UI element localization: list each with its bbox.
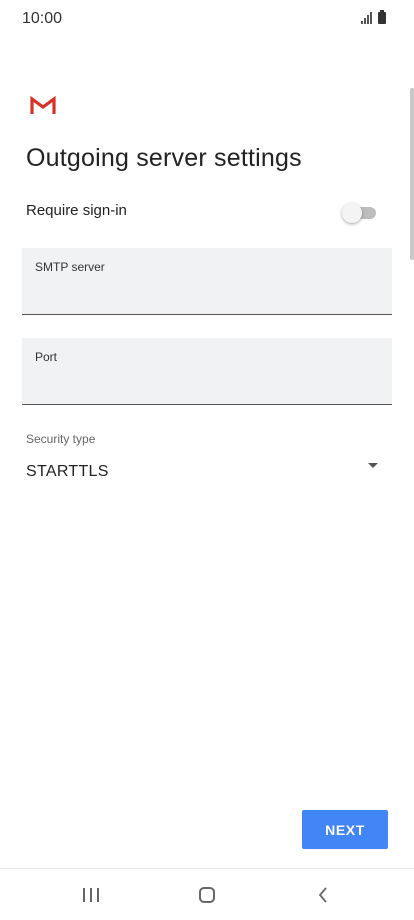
require-sign-in-label: Require sign-in	[26, 202, 127, 219]
home-button[interactable]	[167, 869, 247, 920]
security-type-label: Security type	[26, 432, 96, 446]
status-bar: 10:00	[0, 0, 414, 40]
gmail-logo-icon	[30, 96, 56, 114]
port-field[interactable]: Port	[22, 338, 392, 405]
smtp-server-field[interactable]: SMTP server	[22, 248, 392, 315]
security-type-dropdown[interactable]: STARTTLS	[26, 455, 382, 489]
navigation-bar	[0, 868, 414, 920]
status-icons	[361, 10, 386, 24]
dropdown-arrow-icon	[368, 463, 378, 468]
home-icon	[199, 887, 215, 903]
signal-icon	[361, 12, 372, 24]
port-input[interactable]	[35, 370, 375, 394]
port-label: Port	[35, 350, 58, 364]
battery-icon	[378, 10, 386, 24]
scrollbar[interactable]	[410, 88, 414, 260]
require-sign-in-toggle[interactable]	[342, 202, 378, 223]
security-type-value: STARTTLS	[26, 463, 109, 480]
back-button[interactable]	[283, 869, 363, 920]
toggle-thumb	[342, 203, 362, 223]
next-button[interactable]: NEXT	[302, 810, 388, 849]
smtp-server-label: SMTP server	[35, 260, 105, 274]
page-title: Outgoing server settings	[26, 144, 302, 172]
require-sign-in-row[interactable]: Require sign-in	[26, 198, 382, 226]
back-icon	[318, 887, 327, 903]
status-time: 10:00	[22, 10, 63, 27]
recents-icon	[83, 888, 99, 902]
smtp-server-input[interactable]	[35, 280, 375, 304]
recents-button[interactable]	[51, 869, 131, 920]
